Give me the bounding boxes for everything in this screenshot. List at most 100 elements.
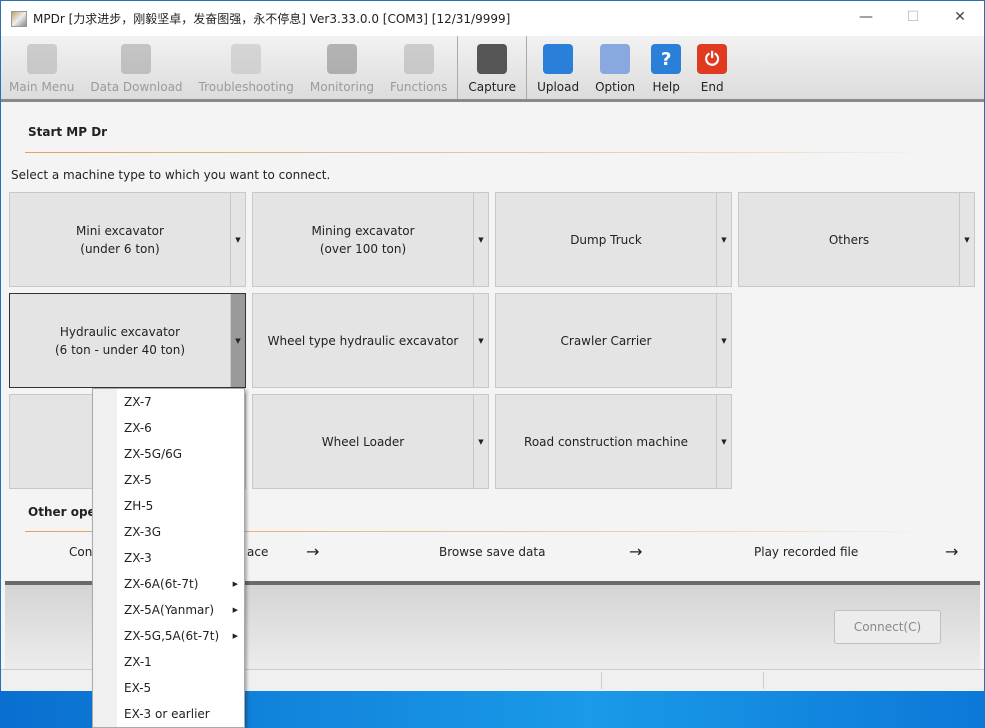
upload-icon [543,44,574,74]
menu-item-label: ZX-5G,5A(6t-7t) [124,629,220,643]
menu-item[interactable]: ZX-1 [93,649,244,675]
toolbar-separator [526,36,528,99]
dropdown-arrow-icon[interactable]: ▼ [474,193,488,286]
op-play-recorded-file[interactable]: Play recorded file [754,545,858,559]
toolbar-label: End [700,80,724,94]
machine-type-label: Mining excavator (over 100 ton) [253,193,474,286]
gears-icon [403,44,434,74]
machine-type-button[interactable]: Others ▼ [738,192,975,287]
other-operations-heading: Other oper [28,505,102,519]
toolbar-end-button[interactable]: ⏻ End [689,36,735,99]
power-icon: ⏻ [697,44,728,74]
menu-item[interactable]: ZX-5A(Yanmar) ▶ [93,597,244,623]
menu-item[interactable]: EX-5 [93,675,244,701]
toolbar-functions-button[interactable]: Functions [382,36,455,99]
menu-item-label: ZH-5 [124,499,154,513]
dropdown-arrow-icon[interactable]: ▼ [474,294,488,387]
arrow-right-icon[interactable]: → [306,542,319,561]
divider [25,152,936,153]
menu-item[interactable]: EX-3 or earlier [93,701,244,727]
toolbar-label: Option [595,80,636,94]
menu-item[interactable]: ZX-6 [93,415,244,441]
toolbar-label: Data Download [90,80,183,94]
menu-item[interactable]: ZH-5 [93,493,244,519]
machine-type-label: Road construction machine [496,395,717,488]
dropdown-arrow-icon[interactable]: ▼ [717,193,731,286]
app-icon [11,10,27,27]
download-icon [121,44,152,74]
dropdown-arrow-icon[interactable]: ▼ [474,395,488,488]
menu-item[interactable]: ZX-7 [93,389,244,415]
machine-type-button[interactable]: Crawler Carrier ▼ [495,293,732,388]
menu-item[interactable]: ZX-3G [93,519,244,545]
menu-item[interactable]: ZX-3 [93,545,244,571]
arrow-right-icon[interactable]: → [629,542,642,561]
menu-item[interactable]: ZX-5G,5A(6t-7t) ▶ [93,623,244,649]
toolbar-monitoring-button[interactable]: Monitoring [302,36,382,99]
dropdown-arrow-icon[interactable]: ▼ [717,395,731,488]
menu-item-label: EX-5 [124,681,152,695]
machine-type-button[interactable]: Hydraulic excavator (6 ton - under 40 ton… [9,293,246,388]
machine-type-button[interactable]: Wheel Loader ▼ [252,394,489,489]
monitor-icon [26,44,57,74]
toolbar-label: Help [652,80,680,94]
dropdown-arrow-icon[interactable]: ▼ [231,294,245,387]
arrow-right-icon[interactable]: → [945,542,958,561]
menu-item-label: ZX-5 [124,473,152,487]
op-connect-interface-tail[interactable]: ace [247,545,268,559]
menu-item-label: ZX-6 [124,421,152,435]
window-title: MPDr [力求进步，刚毅坚卓，发奋图强，永不停息] Ver3.33.0.0 [… [33,12,511,26]
menu-item[interactable]: ZX-6A(6t-7t) ▶ [93,571,244,597]
toolbar-troubleshooting-button[interactable]: Troubleshooting [191,36,302,99]
dropdown-arrow-icon[interactable]: ▼ [717,294,731,387]
start-heading: Start MP Dr [28,125,108,139]
stethoscope-icon [231,44,262,74]
toolbar-separator [457,36,459,99]
toolbar-help-button[interactable]: ? Help [643,36,689,99]
machine-type-label: Wheel type hydraulic excavator [253,294,474,387]
dropdown-arrow-icon[interactable]: ▼ [231,193,245,286]
machine-type-label: Others [739,193,960,286]
menu-item-label: ZX-7 [124,395,152,409]
menu-item-label: ZX-3G [124,525,162,539]
toolbar: Main Menu Data Download Troubleshooting Mon… [1,36,984,102]
menu-item[interactable]: ZX-5G/6G [93,441,244,467]
toolbar-data-download-button[interactable]: Data Download [82,36,190,99]
machine-type-button[interactable]: Mining excavator (over 100 ton) ▼ [252,192,489,287]
machine-type-label: Mini excavator (under 6 ton) [10,193,231,286]
menu-item-label: ZX-5G/6G [124,447,183,461]
toolbar-upload-button[interactable]: Upload [529,36,587,99]
machine-type-button[interactable]: Road construction machine ▼ [495,394,732,489]
gear-icon [600,44,631,74]
instruction-text: Select a machine type to which you want … [11,168,331,182]
machine-type-label: Crawler Carrier [496,294,717,387]
help-icon: ? [651,44,682,74]
machine-type-button[interactable]: Dump Truck ▼ [495,192,732,287]
machine-type-label: Hydraulic excavator (6 ton - under 40 ton… [10,294,231,387]
machine-type-label: Dump Truck [496,193,717,286]
hydraulic-excavator-model-menu: ZX-7 ZX-6 ZX-5G/6G ZX-5 ZH-5 ZX-3G ZX-3 ZX-6A(6… [92,388,245,728]
title-bar: MPDr [力求进步，刚毅坚卓，发奋图强，永不停息] Ver3.33.0.0 [… [1,1,984,36]
op-browse-save-data[interactable]: Browse save data [439,545,545,559]
toolbar-capture-button[interactable]: Capture [460,36,524,99]
menu-item[interactable]: ZX-5 [93,467,244,493]
camera-icon [477,44,508,74]
toolbar-label: Upload [537,80,580,94]
menu-item-label: EX-3 or earlier [124,707,210,721]
close-button[interactable]: ✕ [937,1,983,33]
op-connect-interface[interactable]: Con [69,545,92,559]
toolbar-label: Main Menu [9,80,75,94]
gauge-icon [326,44,357,74]
submenu-arrow-icon: ▶ [232,580,238,588]
maximize-button[interactable]: ☐ [890,1,936,33]
menu-item-label: ZX-5A(Yanmar) [124,603,214,617]
minimize-button[interactable]: — [843,1,889,33]
machine-type-button[interactable]: Mini excavator (under 6 ton) ▼ [9,192,246,287]
dropdown-arrow-icon[interactable]: ▼ [960,193,974,286]
toolbar-label: Capture [468,80,517,94]
toolbar-option-button[interactable]: Option [587,36,643,99]
connect-button[interactable]: Connect(C) [834,610,941,644]
submenu-arrow-icon: ▶ [232,632,238,640]
machine-type-button[interactable]: Wheel type hydraulic excavator ▼ [252,293,489,388]
toolbar-main-menu-button[interactable]: Main Menu [1,36,82,99]
